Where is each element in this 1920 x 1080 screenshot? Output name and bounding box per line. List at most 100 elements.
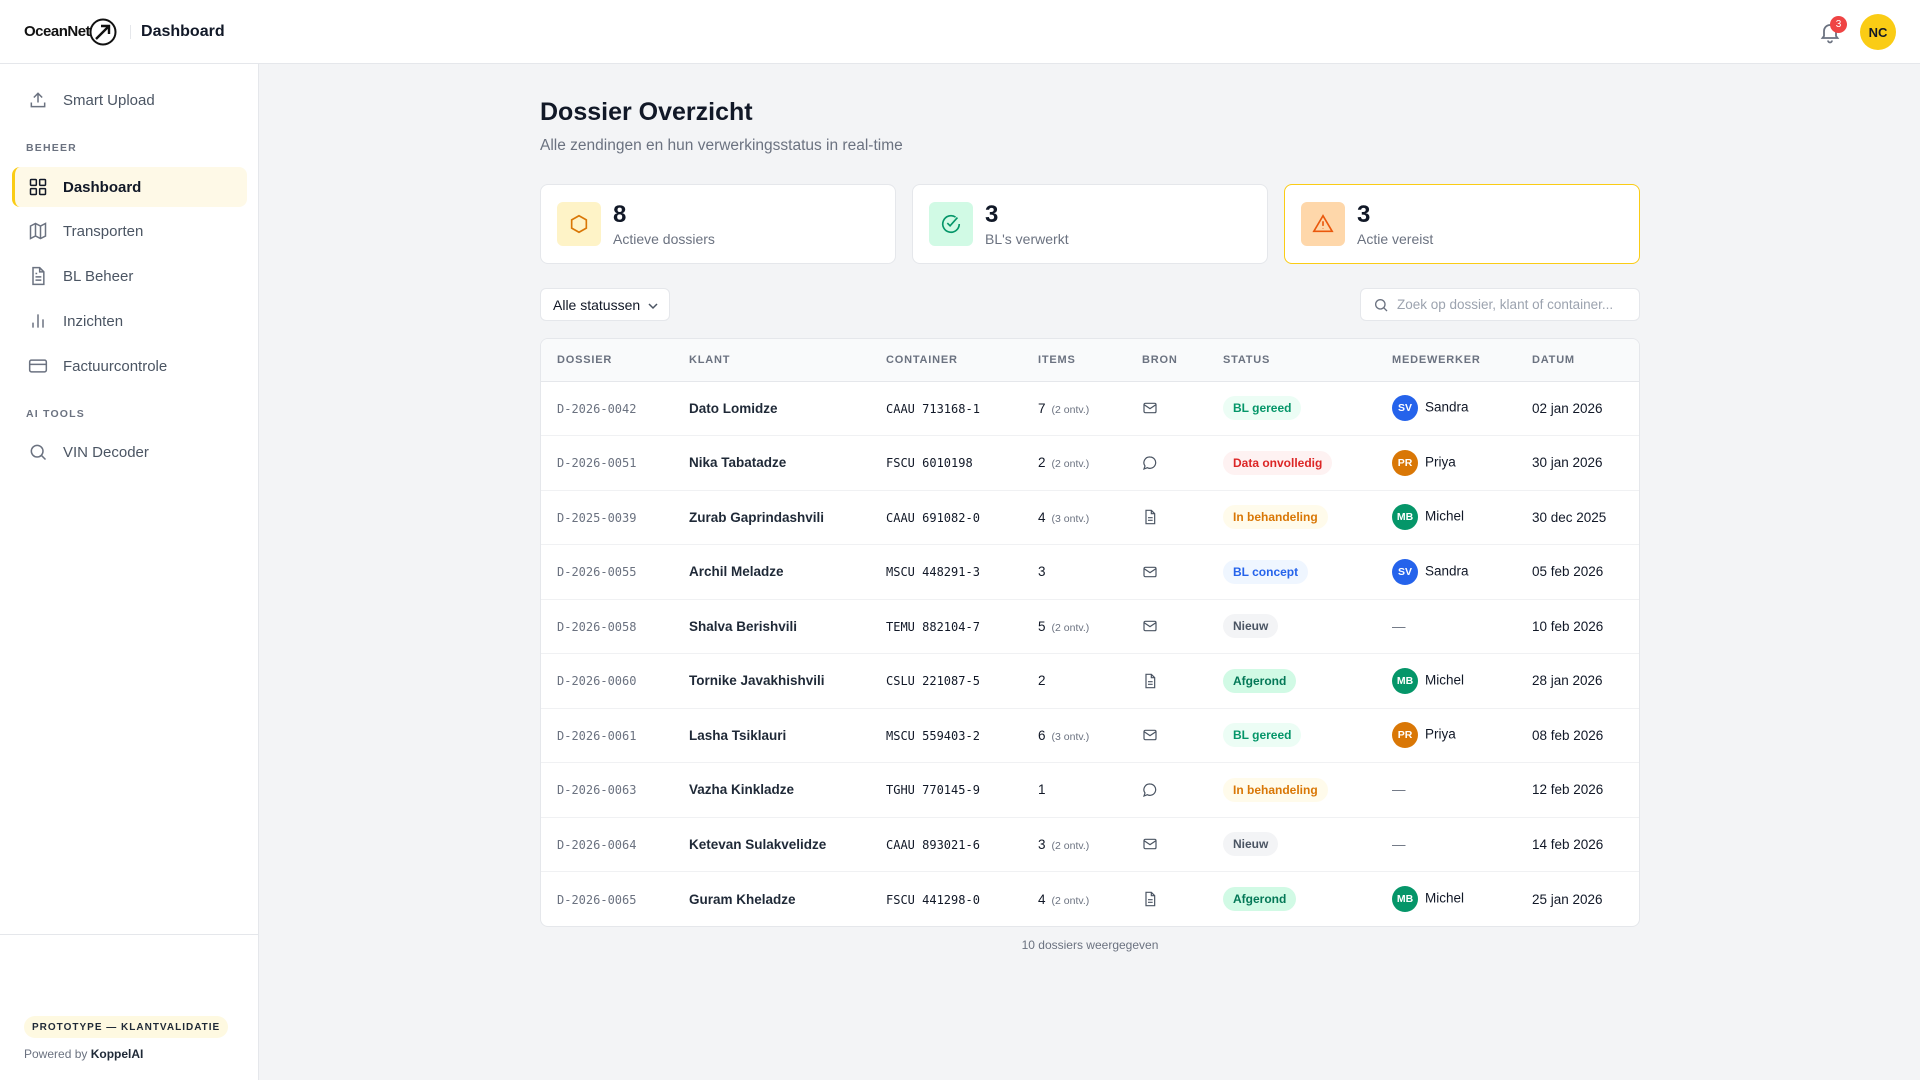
container-number: FSCU 441298-0	[886, 892, 980, 907]
dossier-id[interactable]: D-2026-0061	[557, 729, 636, 743]
employee-avatar: MB	[1392, 667, 1418, 694]
date: 30 dec 2025	[1532, 509, 1607, 525]
top-header: OceanNet Dashboard 3 NC	[0, 0, 1920, 64]
status-badge: Nieuw	[1223, 614, 1279, 639]
column-header-bron[interactable]: BRON	[1142, 339, 1223, 382]
status-badge: Nieuw	[1223, 832, 1279, 857]
bar-chart-icon	[32, 314, 44, 328]
employee-avatar: SV	[1392, 395, 1418, 422]
table-row[interactable]: D-2026-0064 Ketevan Sulakvelidze CAAU 8930…	[541, 817, 1639, 872]
items-received: (2 ontv.)	[1051, 458, 1090, 471]
employee-name: —	[1392, 782, 1406, 798]
sidebar-item-label: Transporten	[63, 222, 144, 240]
status-filter-value: Alle statussen	[553, 296, 641, 313]
sidebar-item-smart-upload[interactable]: Smart Upload	[12, 80, 247, 120]
search-input[interactable]	[1397, 297, 1627, 312]
employee-name: Priya	[1425, 454, 1456, 470]
table-row[interactable]: D-2026-0042 Dato Lomidze CAAU 713168-1 7 (2 …	[541, 381, 1639, 436]
dossier-id[interactable]: D-2026-0051	[557, 456, 636, 470]
logo-arrow-icon	[89, 18, 117, 45]
items-count: 3	[1038, 836, 1046, 852]
sidebar-item-dashboard[interactable]: Dashboard	[12, 167, 247, 207]
stat-value: 8	[613, 201, 627, 228]
status-badge: Data onvolledig	[1223, 450, 1333, 475]
items-received: (3 ontv.)	[1051, 512, 1090, 525]
oceannet-logo[interactable]: OceanNet	[24, 17, 118, 47]
table-row[interactable]: D-2026-0063 Vazha Kinkladze TGHU 770145-9 1…	[541, 762, 1639, 818]
client-name: Archil Meladze	[689, 564, 784, 580]
employee-avatar: PR	[1392, 449, 1418, 476]
table-row[interactable]: D-2026-0065 Guram Kheladze FSCU 441298-0 4 (…	[541, 872, 1639, 927]
column-header-datum[interactable]: DATUM	[1532, 339, 1639, 382]
sidebar-item-vin-decoder[interactable]: VIN Decoder	[12, 432, 247, 472]
stat-card-actieve-dossiers[interactable]: 8 Actieve dossiers	[540, 184, 896, 264]
dossier-id[interactable]: D-2026-0058	[557, 620, 636, 634]
document-icon	[1142, 891, 1158, 907]
date: 12 feb 2026	[1532, 782, 1604, 798]
user-avatar[interactable]: NC	[1860, 14, 1896, 50]
container-number: TGHU 770145-9	[886, 783, 980, 798]
sidebar-item-label: Factuurcontrole	[63, 357, 168, 375]
sidebar-item-label: BL Beheer	[63, 267, 134, 285]
date: 10 feb 2026	[1532, 618, 1604, 634]
table-row[interactable]: D-2026-0060 Tornike Javakhishvili CSLU 221…	[541, 653, 1639, 709]
dossier-table: DOSSIER KLANT CONTAINER ITEMS BRON STATUS MEDE…	[540, 338, 1640, 927]
items-count: 2	[1038, 455, 1046, 471]
employee-avatar: PR	[1392, 722, 1418, 749]
stat-value: 3	[985, 201, 999, 228]
dossier-id[interactable]: D-2026-0055	[557, 565, 636, 579]
table-body: D-2026-0042 Dato Lomidze CAAU 713168-1 7 (2 …	[541, 381, 1639, 926]
dossier-id[interactable]: D-2026-0042	[557, 402, 636, 416]
dossier-id[interactable]: D-2026-0063	[557, 783, 636, 797]
sidebar-item-label: VIN Decoder	[63, 443, 149, 461]
dossier-id[interactable]: D-2026-0065	[557, 893, 636, 907]
status-filter-select[interactable]: Alle statussen	[540, 288, 670, 321]
section-label-beheer: BEHEER	[26, 142, 77, 154]
document-icon	[32, 266, 45, 286]
items-received: (2 ontv.)	[1051, 621, 1090, 634]
sidebar-item-transporten[interactable]: Transporten	[12, 211, 247, 251]
date: 28 jan 2026	[1532, 673, 1603, 689]
sidebar-item-factuurcontrole[interactable]: Factuurcontrole	[12, 346, 247, 386]
column-header-items[interactable]: ITEMS	[1038, 339, 1142, 382]
mail-icon	[1142, 400, 1158, 415]
search-box[interactable]	[1360, 288, 1640, 321]
container-number: CSLU 221087-5	[886, 674, 980, 689]
stat-card-bls-verwerkt[interactable]: 3 BL's verwerkt	[912, 184, 1268, 264]
column-header-status[interactable]: STATUS	[1223, 339, 1392, 382]
table-row[interactable]: D-2026-0061 Lasha Tsiklauri MSCU 559403-2 6…	[541, 708, 1639, 763]
sidebar-item-bl-beheer[interactable]: BL Beheer	[12, 256, 247, 296]
client-name: Zurab Gaprindashvili	[689, 509, 825, 525]
stat-value: 3	[1357, 201, 1371, 228]
dossier-id[interactable]: D-2025-0039	[557, 511, 636, 525]
employee-name: Michel	[1425, 890, 1465, 906]
container-number: MSCU 559403-2	[886, 728, 980, 743]
map-icon	[29, 222, 47, 240]
status-badge: In behandeling	[1223, 505, 1328, 530]
items-received: (3 ontv.)	[1051, 730, 1090, 743]
table-row[interactable]: D-2026-0058 Shalva Berishvili TEMU 882104-…	[541, 599, 1639, 654]
grid-icon	[29, 178, 47, 196]
column-header-medewerker[interactable]: MEDEWERKER	[1392, 339, 1532, 382]
column-header-klant[interactable]: KLANT	[689, 339, 886, 382]
chevron-down-icon	[648, 303, 658, 310]
status-badge: BL gereed	[1223, 723, 1302, 748]
table-row[interactable]: D-2026-0055 Archil Meladze MSCU 448291-3 3 B…	[541, 544, 1639, 600]
employee-avatar: SV	[1392, 558, 1418, 585]
client-name: Vazha Kinkladze	[689, 782, 795, 798]
stat-card-actie-vereist[interactable]: 3 Actie vereist	[1284, 184, 1640, 264]
status-badge: BL concept	[1223, 559, 1309, 584]
table-row[interactable]: D-2026-0051 Nika Tabatadze FSCU 6010198 2 (2…	[541, 435, 1639, 491]
column-header-dossier[interactable]: DOSSIER	[541, 339, 689, 382]
dossier-id[interactable]: D-2026-0064	[557, 838, 636, 852]
warning-icon	[1301, 202, 1345, 246]
client-name: Lasha Tsiklauri	[689, 727, 787, 743]
dossier-id[interactable]: D-2026-0060	[557, 674, 636, 688]
sidebar-item-inzichten[interactable]: Inzichten	[12, 301, 247, 341]
document-icon	[1142, 509, 1158, 525]
stat-label: Actieve dossiers	[613, 231, 715, 247]
column-header-container[interactable]: CONTAINER	[886, 339, 1038, 382]
container-number: FSCU 6010198	[886, 456, 973, 471]
items-received: (2 ontv.)	[1051, 894, 1090, 907]
table-row[interactable]: D-2025-0039 Zurab Gaprindashvili CAAU 6910…	[541, 490, 1639, 545]
